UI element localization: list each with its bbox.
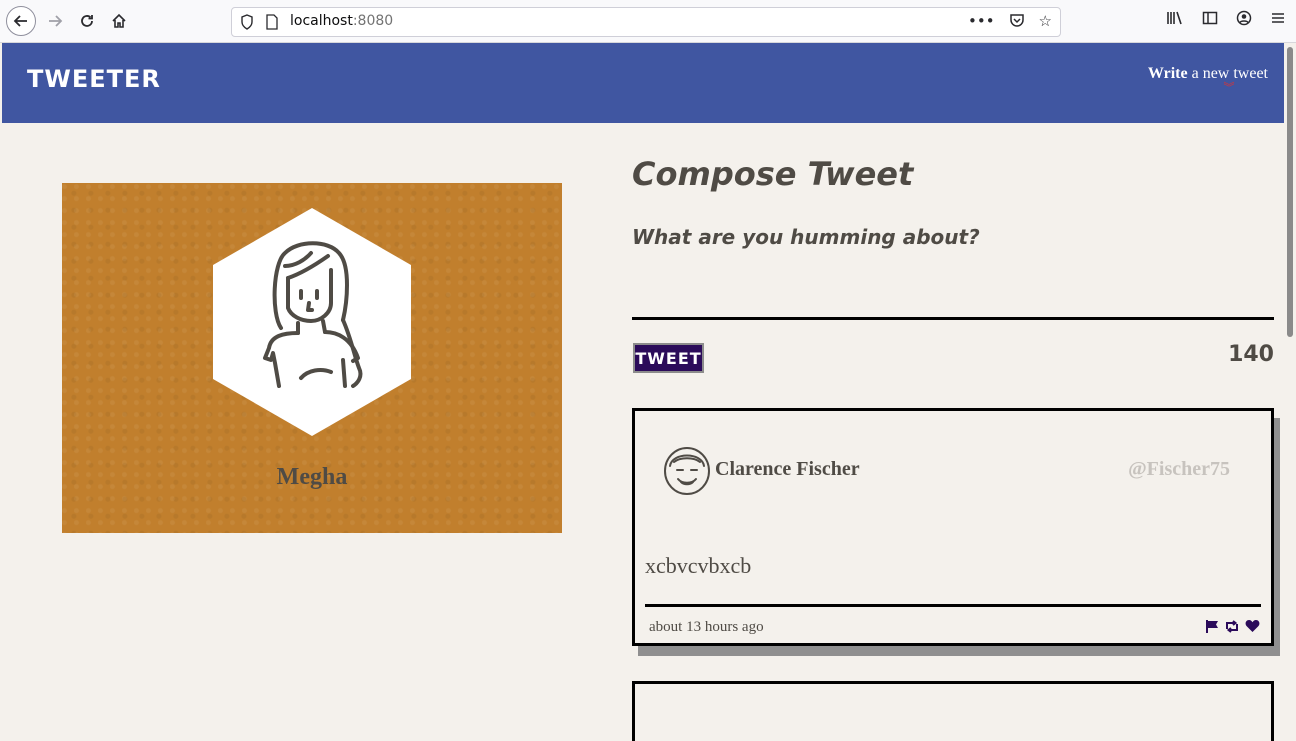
app-header: TWEETER Write a new tweet ︾	[2, 43, 1284, 123]
chevron-down-icon[interactable]: ︾	[1190, 82, 1268, 93]
user-avatar-icon	[664, 447, 710, 495]
pocket-icon[interactable]	[1009, 12, 1025, 28]
compose-title: Compose Tweet	[632, 155, 914, 193]
account-icon[interactable]	[1236, 10, 1252, 26]
tweet-input[interactable]	[632, 265, 1274, 320]
browser-toolbar: localhost:8080 ••• ☆	[0, 0, 1296, 43]
url-text[interactable]: localhost:8080	[290, 13, 393, 29]
home-icon	[112, 13, 126, 28]
tweet-card: Clarence Fischer @Fischer75 xcbvcvbxcb a…	[632, 408, 1274, 646]
compose-prompt: What are you humming about?	[632, 225, 980, 249]
retweet-icon[interactable]	[1224, 617, 1240, 635]
menu-icon[interactable]	[1270, 10, 1286, 26]
tweet-author-handle: @Fischer75	[1128, 458, 1230, 480]
flag-icon[interactable]	[1204, 617, 1220, 635]
toolbar-right	[1166, 10, 1286, 26]
back-button[interactable]	[6, 6, 36, 36]
tweet-author-name: Clarence Fischer	[715, 458, 860, 480]
write-new-tweet-link[interactable]: Write a new tweet ︾	[1147, 65, 1268, 93]
heart-icon[interactable]	[1244, 617, 1260, 635]
address-bar[interactable]: localhost:8080 ••• ☆	[231, 7, 1061, 37]
tweet-card	[632, 681, 1274, 741]
brand-logo[interactable]: TWEETER	[27, 65, 161, 93]
profile-card: Megha	[62, 183, 562, 533]
tweet-actions	[1204, 617, 1260, 635]
avatar	[213, 208, 411, 436]
write-label-strong: Write	[1147, 65, 1188, 82]
arrow-left-icon	[13, 15, 27, 27]
write-label-rest: a new tweet	[1187, 65, 1268, 82]
reload-button[interactable]	[72, 6, 102, 36]
star-icon[interactable]: ☆	[1039, 12, 1052, 30]
library-icon[interactable]	[1166, 10, 1184, 26]
home-button[interactable]	[104, 6, 134, 36]
tweet-timestamp: about 13 hours ago	[649, 619, 764, 635]
tweet-divider	[645, 604, 1261, 607]
url-port: :8080	[352, 13, 394, 29]
character-counter: 140	[1228, 342, 1274, 367]
forward-button[interactable]	[40, 6, 70, 36]
tweet-button[interactable]: TWEET	[633, 343, 704, 373]
more-icon[interactable]: •••	[968, 12, 995, 30]
shield-icon[interactable]	[240, 14, 254, 30]
url-host: localhost	[290, 13, 353, 29]
scrollbar-thumb[interactable]	[1287, 47, 1293, 337]
arrow-right-icon	[49, 15, 63, 27]
tweet-content: xcbvcvbxcb	[645, 553, 752, 578]
url-actions: ••• ☆	[968, 12, 1052, 30]
page-icon[interactable]	[266, 14, 278, 30]
profile-name: Megha	[276, 464, 348, 490]
sidebar-icon[interactable]	[1202, 10, 1218, 26]
reload-icon	[81, 15, 93, 27]
